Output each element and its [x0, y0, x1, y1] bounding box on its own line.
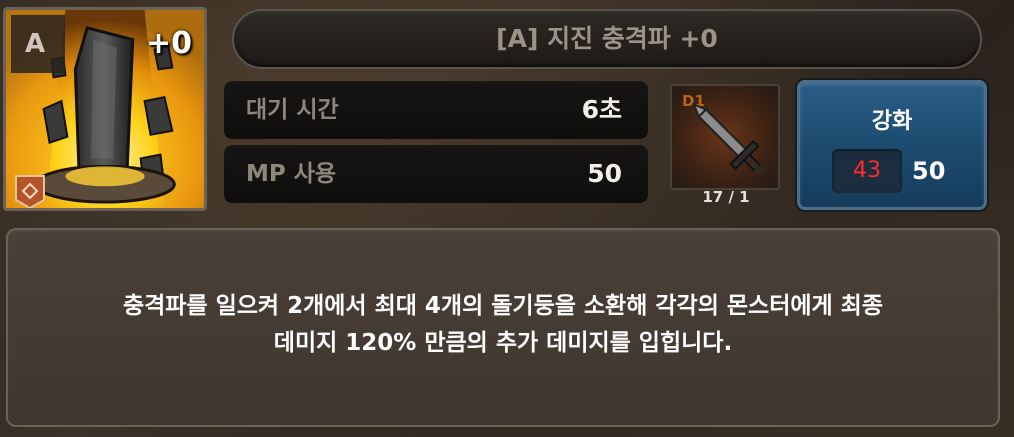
skill-type-badge-icon	[15, 175, 45, 208]
material-count: 17 / 1	[702, 188, 750, 206]
grade-badge: A	[11, 15, 65, 73]
cooldown-label: 대기 시간	[246, 97, 339, 123]
skill-icon[interactable]: A +0	[3, 7, 207, 211]
upgrade-button[interactable]: 강화 43 50	[797, 80, 987, 210]
mp-cost-label: MP 사용	[246, 161, 337, 187]
upgrade-cost-have: 43	[832, 149, 902, 193]
upgrade-label: 강화	[871, 109, 913, 134]
level-badge: +0	[145, 26, 192, 61]
material-slot[interactable]: D1	[670, 84, 780, 190]
cooldown-value: 6초	[581, 95, 622, 124]
skill-description: 충격파를 일으켜 2개에서 최대 4개의 돌기둥을 소환해 각각의 몬스터에게 …	[122, 293, 884, 356]
skill-description-panel: 충격파를 일으켜 2개에서 최대 4개의 돌기둥을 소환해 각각의 몬스터에게 …	[6, 228, 1000, 427]
skill-title: [A] 지진 충격파 +0	[232, 9, 982, 69]
sword-icon	[692, 102, 763, 174]
mp-cost-row: MP 사용 50	[224, 145, 648, 203]
cooldown-row: 대기 시간 6초	[224, 81, 648, 139]
mp-cost-value: 50	[587, 159, 622, 188]
upgrade-cost-need: 50	[912, 157, 946, 185]
